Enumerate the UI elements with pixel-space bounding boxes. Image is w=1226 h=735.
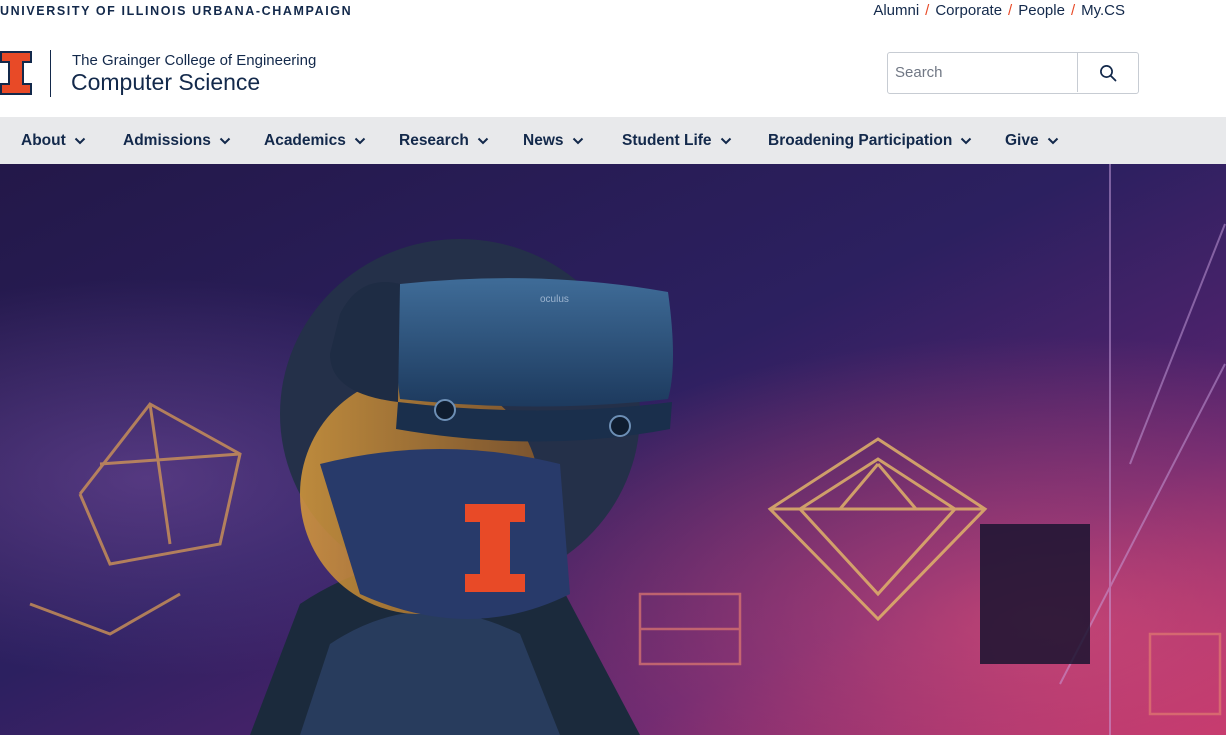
main-navigation: About Admissions Academics Research News…: [0, 117, 1226, 164]
college-name[interactable]: The Grainger College of Engineering: [72, 52, 316, 69]
nav-item-label: Broadening Participation: [768, 131, 953, 149]
utility-link-mycs[interactable]: My.CS: [1081, 2, 1125, 19]
chevron-down-icon: [74, 137, 85, 144]
chevron-down-icon: [572, 137, 583, 144]
nav-item-academics[interactable]: Academics: [264, 117, 366, 164]
nav-item-label: Research: [399, 131, 469, 149]
nav-item-label: News: [523, 131, 564, 149]
nav-item-research[interactable]: Research: [399, 117, 489, 164]
chevron-down-icon: [720, 137, 731, 144]
nav-item-label: Admissions: [123, 131, 211, 149]
chevron-down-icon: [477, 137, 489, 144]
search-button[interactable]: [1077, 53, 1138, 92]
utility-separator: /: [925, 2, 930, 19]
department-name[interactable]: Computer Science: [71, 69, 260, 96]
nav-item-give[interactable]: Give: [1005, 117, 1059, 164]
site-branding[interactable]: The Grainger College of Engineering Comp…: [0, 50, 400, 98]
nav-item-student-life[interactable]: Student Life: [622, 117, 732, 164]
utility-links: Alumni / Corporate / People / My.CS: [873, 2, 1125, 19]
block-i-icon: [0, 51, 32, 95]
nav-item-label: Give: [1005, 131, 1039, 149]
nav-item-about[interactable]: About: [21, 117, 86, 164]
nav-item-broadening-participation[interactable]: Broadening Participation: [768, 117, 972, 164]
hero-illustration: oculus: [0, 164, 1226, 735]
chevron-down-icon: [961, 137, 972, 144]
utility-separator: /: [1008, 2, 1013, 19]
search-box: [887, 52, 1139, 94]
nav-item-label: Academics: [264, 131, 346, 149]
nav-item-news[interactable]: News: [523, 117, 584, 164]
brand-divider: [50, 50, 51, 97]
search-icon: [1100, 64, 1117, 81]
chevron-down-icon: [219, 137, 231, 144]
university-bar: UNIVERSITY OF ILLINOIS URBANA-CHAMPAIGN …: [0, 0, 1226, 24]
nav-item-admissions[interactable]: Admissions: [123, 117, 231, 164]
headset-brand-label: oculus: [540, 294, 569, 305]
utility-link-people[interactable]: People: [1018, 2, 1065, 19]
utility-link-corporate[interactable]: Corporate: [935, 2, 1002, 19]
search-input[interactable]: [888, 53, 1077, 92]
nav-item-label: About: [21, 131, 66, 149]
nav-item-label: Student Life: [622, 131, 712, 149]
university-name[interactable]: UNIVERSITY OF ILLINOIS URBANA-CHAMPAIGN: [0, 4, 352, 18]
hero-image: oculus: [0, 164, 1226, 735]
chevron-down-icon: [1047, 137, 1058, 144]
utility-separator: /: [1070, 2, 1076, 19]
utility-link-alumni[interactable]: Alumni: [873, 2, 919, 19]
chevron-down-icon: [354, 137, 366, 144]
